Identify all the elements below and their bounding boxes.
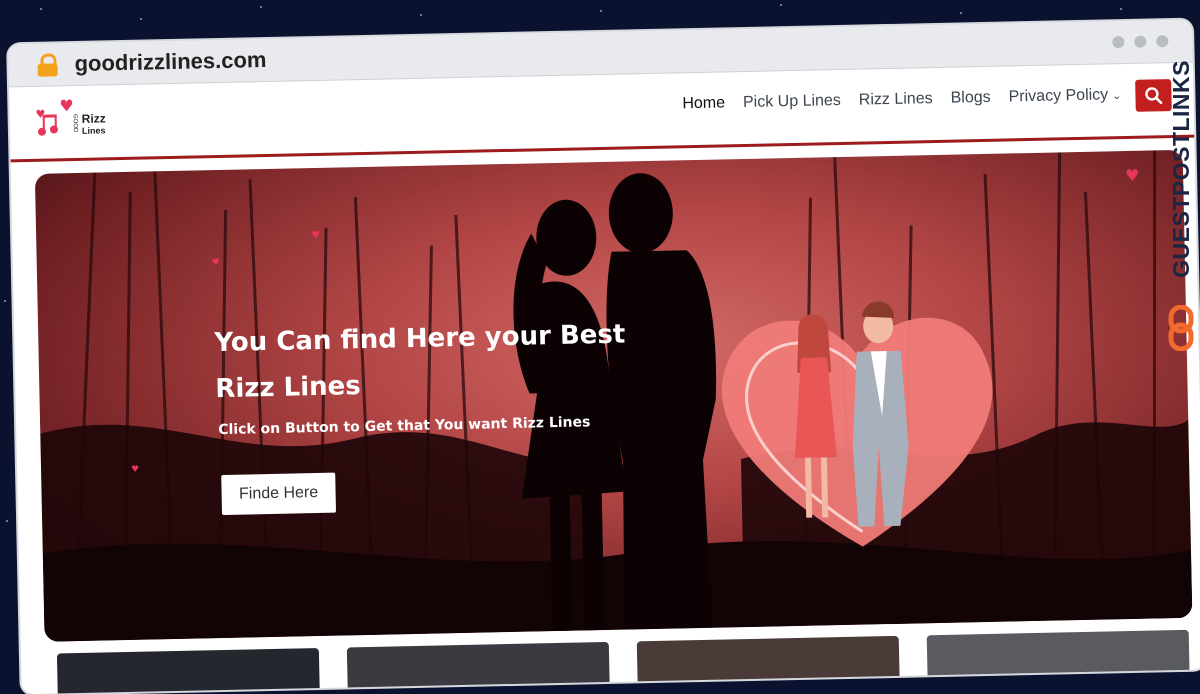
- site-logo[interactable]: ♥ ♥ GOOD Rizz Lines: [33, 96, 114, 149]
- hero-title-line2: Rizz Lines: [215, 371, 362, 405]
- svg-text:♥: ♥: [131, 465, 139, 475]
- hero-title: You Can find Here your Best Rizz Lines: [214, 311, 636, 412]
- post-card-thumbnail[interactable]: [346, 641, 611, 694]
- nav-item-label: Privacy Policy: [1008, 86, 1109, 106]
- post-card-thumbnail[interactable]: [636, 635, 900, 694]
- logo-vertical-text: GOOD: [71, 113, 78, 133]
- guestpostlinks-watermark: GUESTPOSTLINKS: [1164, 60, 1198, 360]
- svg-text:♥: ♥: [212, 258, 220, 268]
- hero-title-line1: You Can find Here your Best: [214, 319, 626, 359]
- watermark-text: GUESTPOSTLINKS: [1168, 60, 1194, 278]
- finde-here-button[interactable]: Finde Here: [221, 472, 337, 516]
- url-text[interactable]: goodrizzlines.com: [74, 47, 266, 77]
- browser-window: goodrizzlines.com ♥ ♥ GOOD Rizz Lines Ho…: [8, 19, 1200, 694]
- nav-item-privacy-policy[interactable]: Privacy Policy ⌄: [1008, 86, 1121, 106]
- window-controls: [1112, 35, 1169, 49]
- main-nav: Home Pick Up Lines Rizz Lines Blogs Priv…: [682, 86, 1121, 113]
- nav-item-pick-up-lines[interactable]: Pick Up Lines: [743, 92, 841, 112]
- post-card-thumbnail[interactable]: [926, 629, 1190, 694]
- search-icon: [1145, 87, 1163, 105]
- window-dot[interactable]: [1134, 35, 1147, 48]
- window-dot[interactable]: [1112, 36, 1125, 49]
- window-dot[interactable]: [1156, 35, 1169, 48]
- lock-icon: [36, 53, 58, 77]
- link-chain-icon: [1168, 305, 1194, 351]
- nav-item-home[interactable]: Home: [682, 94, 725, 113]
- heart-icon: ♥: [59, 96, 74, 116]
- nav-item-blogs[interactable]: Blogs: [950, 89, 990, 108]
- logo-text-line2: Lines: [81, 125, 106, 136]
- svg-text:♥: ♥: [1125, 166, 1140, 185]
- svg-text:♥: ♥: [311, 230, 320, 241]
- post-card-row: [56, 629, 1190, 694]
- logo-text-line1: Rizz: [81, 111, 106, 126]
- chevron-down-icon: ⌄: [1112, 90, 1122, 103]
- nav-item-rizz-lines[interactable]: Rizz Lines: [859, 90, 933, 110]
- hero-banner: ♥ ♥ ♥ ♥ You Can find Here your Best Rizz…: [34, 149, 1193, 642]
- heart-icon: ♥: [35, 107, 46, 121]
- post-card-thumbnail[interactable]: [56, 648, 321, 694]
